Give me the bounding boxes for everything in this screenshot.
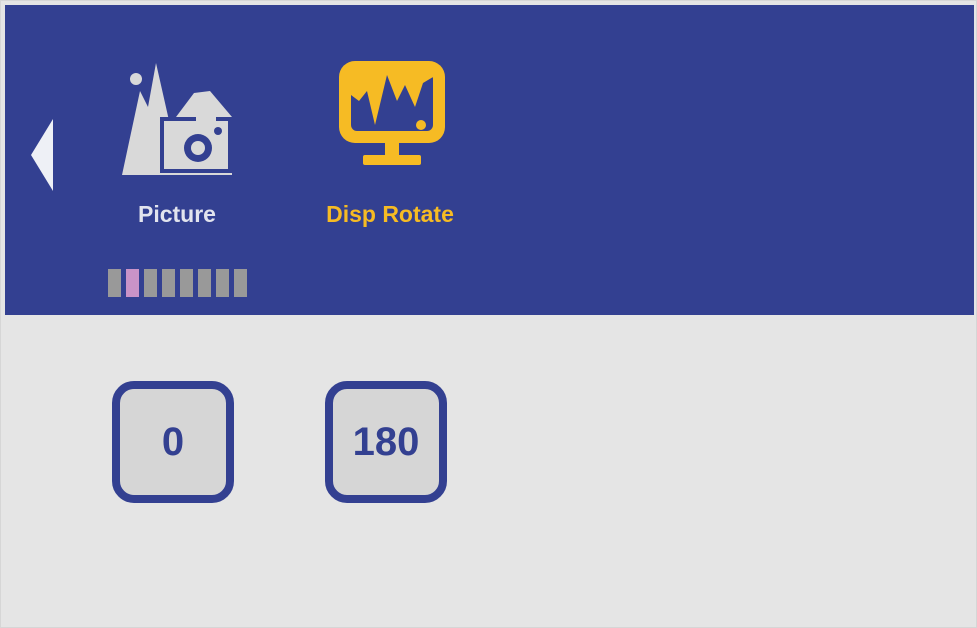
- page-dot: [234, 269, 247, 297]
- rotate-0-button[interactable]: 0: [112, 381, 234, 503]
- monitor-rotate-icon: [339, 61, 445, 165]
- left-arrow-icon[interactable]: [31, 119, 55, 191]
- menu-item-label: Disp Rotate: [326, 201, 454, 227]
- page-dot-active: [126, 269, 139, 297]
- menu-item-label: Picture: [138, 201, 216, 227]
- page-dot: [180, 269, 193, 297]
- rotate-180-button[interactable]: 180: [325, 381, 447, 503]
- menu-item-disp-rotate[interactable]: Disp Rotate: [305, 55, 475, 245]
- menu-item-picture[interactable]: Picture: [92, 55, 262, 245]
- picture-icon: [122, 63, 232, 175]
- page-indicator: [108, 269, 247, 297]
- menu-bar: Picture Disp Rotate: [5, 5, 974, 315]
- page-dot: [144, 269, 157, 297]
- page-dot: [216, 269, 229, 297]
- page-dot: [162, 269, 175, 297]
- page-dot: [198, 269, 211, 297]
- page-dot: [108, 269, 121, 297]
- osd-screen: Picture Disp Rotate 0 180: [0, 0, 977, 628]
